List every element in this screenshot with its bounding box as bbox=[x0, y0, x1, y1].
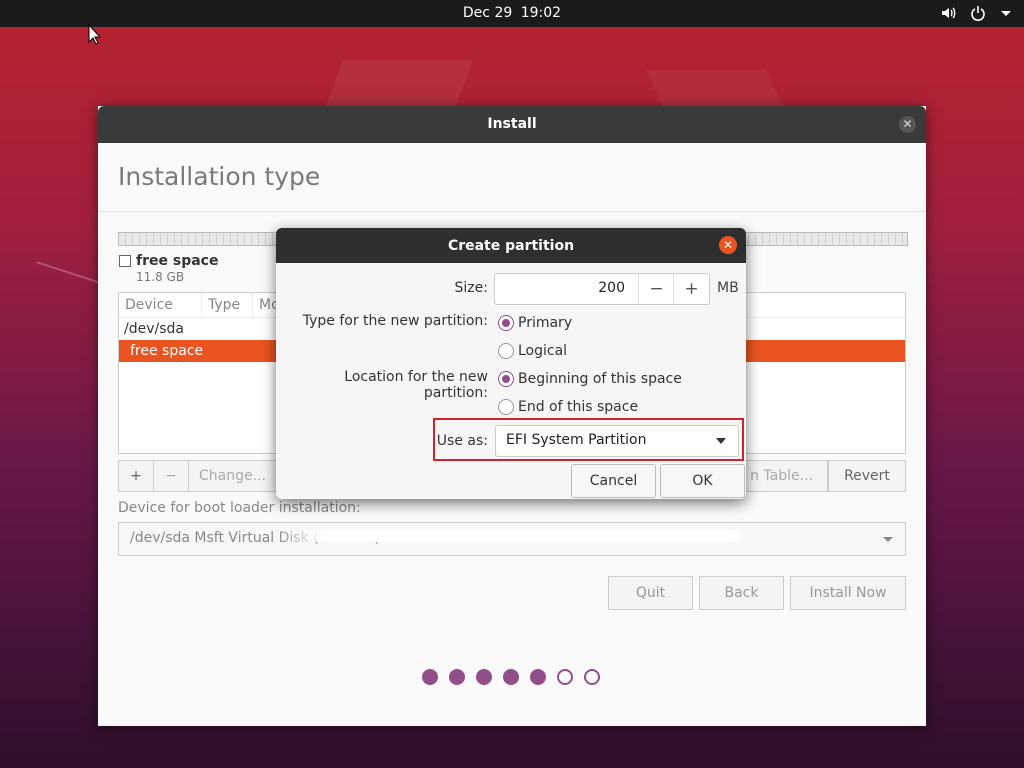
dialog-shadow-artifact bbox=[276, 530, 750, 542]
quit-button[interactable]: Quit bbox=[608, 576, 693, 610]
system-tray[interactable] bbox=[940, 5, 1012, 21]
legend-size: 11.8 GB bbox=[136, 270, 185, 284]
wallpaper-line bbox=[36, 261, 104, 285]
back-button[interactable]: Back bbox=[699, 576, 784, 610]
type-logical-radio[interactable] bbox=[498, 343, 514, 359]
progress-dot bbox=[557, 669, 573, 685]
size-label: Size: bbox=[454, 280, 488, 296]
window-titlebar[interactable]: Install ✕ bbox=[98, 106, 926, 143]
window-close-button[interactable]: ✕ bbox=[899, 116, 916, 133]
column-header-type[interactable]: Type bbox=[202, 293, 253, 317]
size-unit: MB bbox=[717, 280, 739, 296]
dialog-titlebar[interactable]: Create partition ✕ bbox=[276, 228, 746, 263]
new-partition-table-label: n Table... bbox=[750, 468, 813, 484]
cancel-button[interactable]: Cancel bbox=[571, 464, 656, 498]
type-logical-label[interactable]: Logical bbox=[518, 343, 567, 359]
boot-loader-label: Device for boot loader installation: bbox=[118, 500, 361, 516]
partition-toolbar: + − Change... bbox=[118, 460, 280, 492]
legend-checkbox bbox=[119, 255, 131, 267]
location-beginning-radio[interactable] bbox=[498, 371, 514, 387]
type-primary-label[interactable]: Primary bbox=[518, 315, 572, 331]
dialog-title: Create partition bbox=[447, 238, 575, 254]
location-end-label[interactable]: End of this space bbox=[518, 399, 638, 415]
top-bar: Dec 29 19:02 bbox=[0, 0, 1024, 27]
clock[interactable]: Dec 29 19:02 bbox=[0, 5, 1024, 21]
progress-dot bbox=[503, 669, 519, 685]
type-label: Type for the new partition: bbox=[302, 313, 488, 329]
divider bbox=[98, 211, 926, 212]
progress-dot bbox=[449, 669, 465, 685]
use-as-value: EFI System Partition bbox=[506, 432, 647, 448]
progress-dot bbox=[422, 669, 438, 685]
type-primary-radio[interactable] bbox=[498, 315, 514, 331]
size-value: 200 bbox=[598, 280, 625, 296]
progress-dot bbox=[530, 669, 546, 685]
mouse-cursor-icon bbox=[88, 24, 102, 45]
volume-icon bbox=[942, 7, 956, 19]
use-as-select[interactable]: EFI System Partition bbox=[495, 425, 739, 457]
use-as-label: Use as: bbox=[436, 433, 488, 449]
clock-time: 19:02 bbox=[520, 5, 562, 21]
chevron-down-icon bbox=[883, 537, 893, 542]
legend-name: free space bbox=[136, 253, 219, 269]
size-decrement-button[interactable]: − bbox=[638, 274, 674, 304]
dialog-close-button[interactable]: ✕ bbox=[719, 236, 737, 254]
create-partition-dialog: Create partition ✕ Size: 200 − + MB Type… bbox=[276, 228, 746, 499]
location-beginning-label[interactable]: Beginning of this space bbox=[518, 371, 682, 387]
progress-dot bbox=[476, 669, 492, 685]
change-partition-button[interactable]: Change... bbox=[189, 460, 280, 492]
revert-button[interactable]: Revert bbox=[828, 460, 906, 492]
ok-button[interactable]: OK bbox=[660, 464, 745, 498]
add-partition-button[interactable]: + bbox=[118, 460, 154, 492]
close-icon: ✕ bbox=[722, 238, 734, 252]
page-title: Installation type bbox=[118, 162, 321, 191]
location-label: Location for the new partition: bbox=[344, 369, 488, 401]
menu-arrow-icon bbox=[1001, 11, 1011, 16]
install-now-button[interactable]: Install Now bbox=[790, 576, 906, 610]
progress-dot bbox=[584, 669, 600, 685]
column-header-device[interactable]: Device bbox=[119, 293, 202, 317]
size-field[interactable]: 200 − + bbox=[494, 273, 710, 305]
location-end-radio[interactable] bbox=[498, 399, 514, 415]
progress-dots bbox=[422, 669, 600, 685]
close-icon: ✕ bbox=[902, 117, 913, 131]
remove-partition-button[interactable]: − bbox=[154, 460, 189, 492]
window-title: Install bbox=[487, 116, 537, 132]
chevron-down-icon bbox=[716, 438, 726, 444]
clock-date: Dec 29 bbox=[462, 5, 513, 21]
power-icon bbox=[971, 6, 985, 21]
size-increment-button[interactable]: + bbox=[673, 274, 709, 304]
